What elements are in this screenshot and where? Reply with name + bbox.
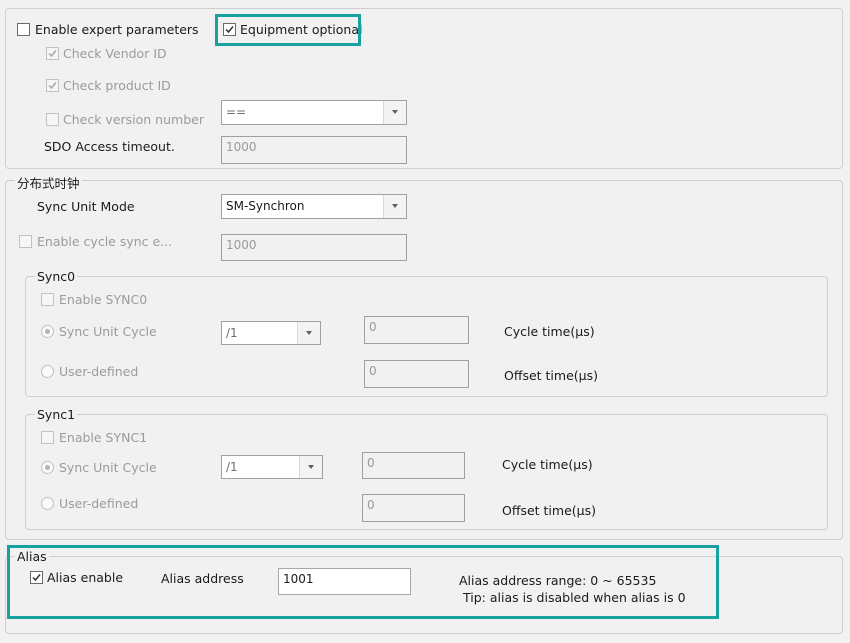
enable-cycle-checkbox[interactable] (19, 235, 32, 248)
chevron-down-icon (306, 331, 312, 335)
sdo-timeout-label: SDO Access timeout. (44, 139, 175, 154)
enable-expert-label: Enable expert parameters (35, 22, 199, 37)
checkmark-icon (48, 50, 57, 58)
sync1-cycle-time-field[interactable]: 0 (362, 452, 465, 479)
sync1-title: Sync1 (35, 407, 78, 422)
sync0-cycle-time-label: Cycle time(µs) (504, 324, 595, 339)
sync0-cycle-time-value: 0 (369, 320, 377, 334)
enable-sync1-label: Enable SYNC1 (59, 430, 148, 445)
sync0-user-defined-radio[interactable] (41, 365, 54, 378)
sync1-offset-time-field[interactable]: 0 (362, 494, 465, 522)
check-vendor-label: Check Vendor ID (63, 46, 167, 61)
cycle-sync-value: 1000 (226, 238, 257, 252)
sync0-sync-unit-cycle-label: Sync Unit Cycle (59, 324, 157, 339)
sync1-sync-unit-cycle-label: Sync Unit Cycle (59, 460, 157, 475)
sync0-cycle-time-field[interactable]: 0 (364, 316, 469, 344)
dropdown-button[interactable] (299, 456, 322, 478)
sync0-user-defined-label: User-defined (59, 364, 139, 379)
sdo-timeout-field[interactable]: 1000 (221, 136, 407, 164)
enable-cycle-label: Enable cycle sync e... (37, 234, 173, 249)
sync-unit-mode-label: Sync Unit Mode (37, 199, 135, 214)
sync1-sync-unit-cycle-radio[interactable] (41, 461, 54, 474)
sync1-divider-dropdown[interactable]: /1 (221, 455, 323, 479)
alias-section-highlight (7, 545, 719, 619)
dropdown-button[interactable] (383, 101, 406, 124)
sync0-divider-dropdown[interactable]: /1 (221, 321, 321, 345)
check-version-checkbox[interactable] (46, 113, 59, 126)
enable-expert-checkbox[interactable] (17, 23, 30, 36)
sync1-divider-value: /1 (226, 460, 238, 474)
version-operator-dropdown[interactable]: == (221, 100, 407, 125)
sync1-user-defined-label: User-defined (59, 496, 139, 511)
sync-unit-mode-value: SM-Synchron (226, 199, 305, 213)
checkmark-icon (48, 82, 57, 90)
check-version-label: Check version number (63, 112, 204, 127)
sync0-divider-value: /1 (226, 326, 238, 340)
enable-sync0-label: Enable SYNC0 (59, 292, 148, 307)
sync1-user-defined-radio[interactable] (41, 497, 54, 510)
sync0-sync-unit-cycle-radio[interactable] (41, 325, 54, 338)
chevron-down-icon (392, 204, 398, 208)
chevron-down-icon (392, 110, 398, 114)
version-operator-value: == (226, 105, 247, 119)
sync1-cycle-time-value: 0 (367, 456, 375, 470)
sync-unit-mode-dropdown[interactable]: SM-Synchron (221, 194, 407, 219)
check-vendor-checkbox[interactable] (46, 47, 59, 60)
sync1-offset-time-value: 0 (367, 498, 375, 512)
sync0-offset-time-field[interactable]: 0 (364, 360, 469, 388)
enable-sync0-checkbox[interactable] (41, 293, 54, 306)
equipment-optional-highlight (215, 14, 361, 46)
distributed-clock-title: 分布式时钟 (15, 173, 82, 192)
sync1-cycle-time-label: Cycle time(µs) (502, 457, 593, 472)
sync1-offset-time-label: Offset time(µs) (502, 503, 596, 518)
sdo-timeout-value: 1000 (226, 140, 257, 154)
dropdown-button[interactable] (297, 322, 320, 344)
sync0-offset-time-value: 0 (369, 364, 377, 378)
cycle-sync-field[interactable]: 1000 (221, 234, 407, 261)
sync0-offset-time-label: Offset time(µs) (504, 368, 598, 383)
enable-sync1-checkbox[interactable] (41, 431, 54, 444)
sync0-title: Sync0 (35, 269, 78, 284)
dropdown-button[interactable] (383, 195, 406, 218)
check-product-label: Check product ID (63, 78, 171, 93)
check-product-checkbox[interactable] (46, 79, 59, 92)
chevron-down-icon (308, 465, 314, 469)
